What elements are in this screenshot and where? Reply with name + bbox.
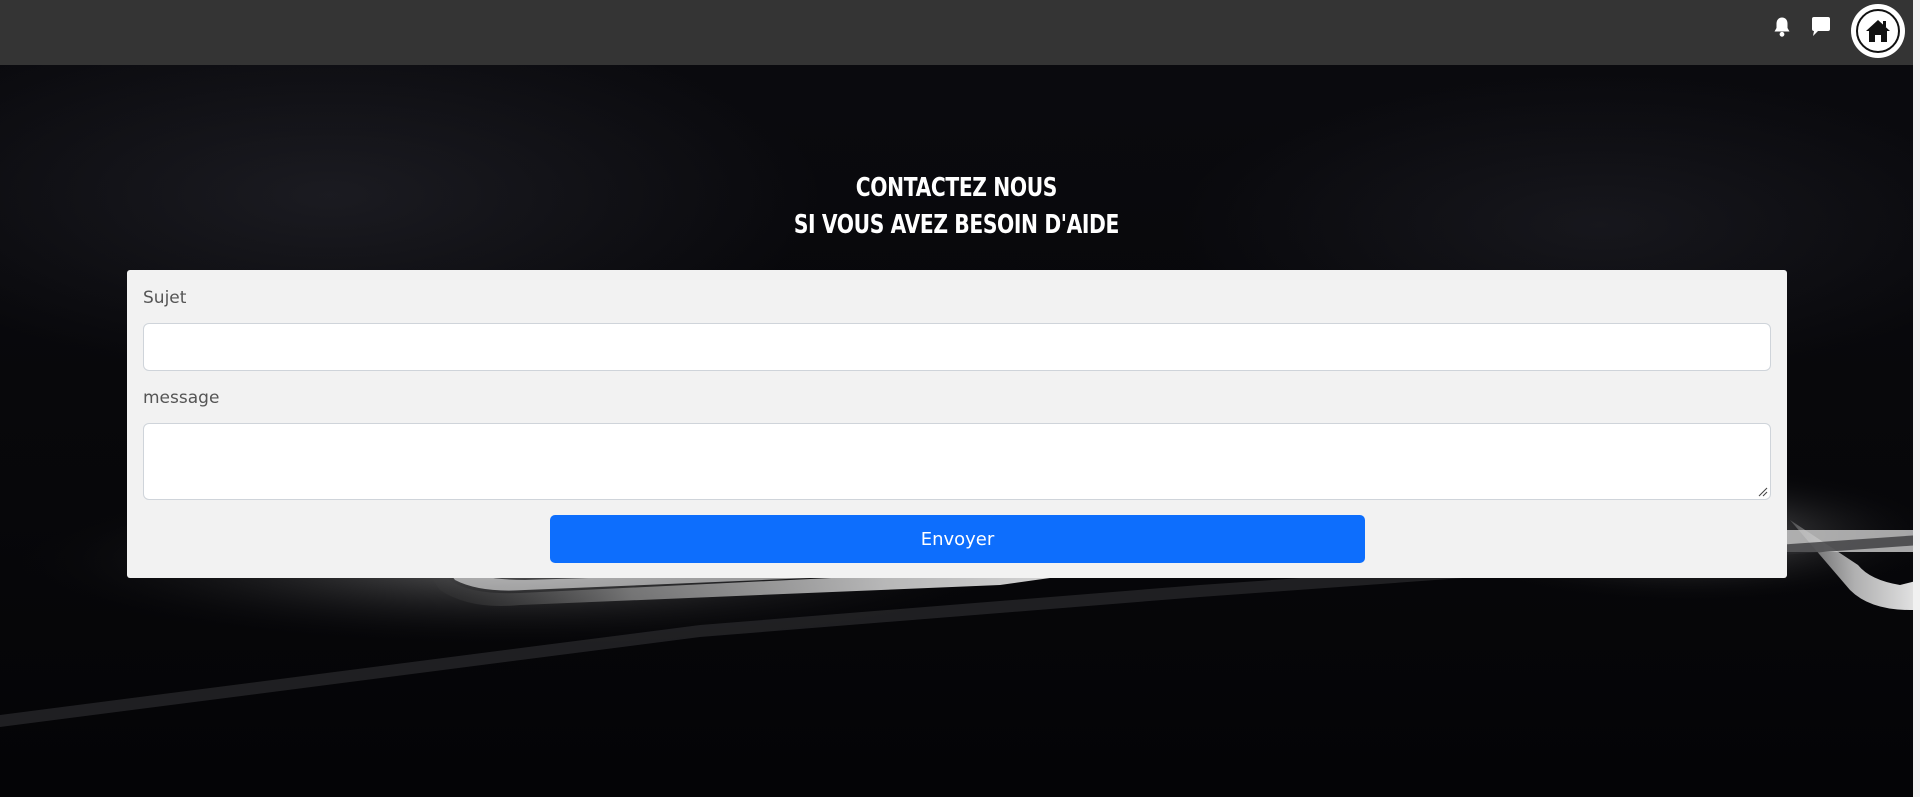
contact-heading: Contactez nous Si vous avez besoin d'aid… xyxy=(210,170,1702,244)
chat-bubble-icon[interactable] xyxy=(1808,14,1834,40)
heading-line-2: Si vous avez besoin d'aide xyxy=(793,210,1120,240)
contact-page: Contactez nous Si vous avez besoin d'aid… xyxy=(0,0,1920,797)
top-navbar xyxy=(0,0,1920,65)
subject-label: Sujet xyxy=(143,288,187,308)
home-button-ring xyxy=(1856,9,1900,53)
bell-icon[interactable] xyxy=(1769,14,1795,40)
subject-input[interactable] xyxy=(143,323,1771,371)
send-button[interactable]: Envoyer xyxy=(550,515,1365,563)
message-label: message xyxy=(143,388,220,408)
scrollbar-track[interactable] xyxy=(1913,0,1920,797)
resize-grip-icon[interactable] xyxy=(1757,486,1768,497)
heading-line-1: Contactez nous xyxy=(855,173,1058,203)
home-icon xyxy=(1866,20,1890,42)
contact-form: Sujet message Envoyer xyxy=(127,270,1787,578)
message-textarea[interactable] xyxy=(143,423,1771,500)
home-button[interactable] xyxy=(1851,4,1905,58)
